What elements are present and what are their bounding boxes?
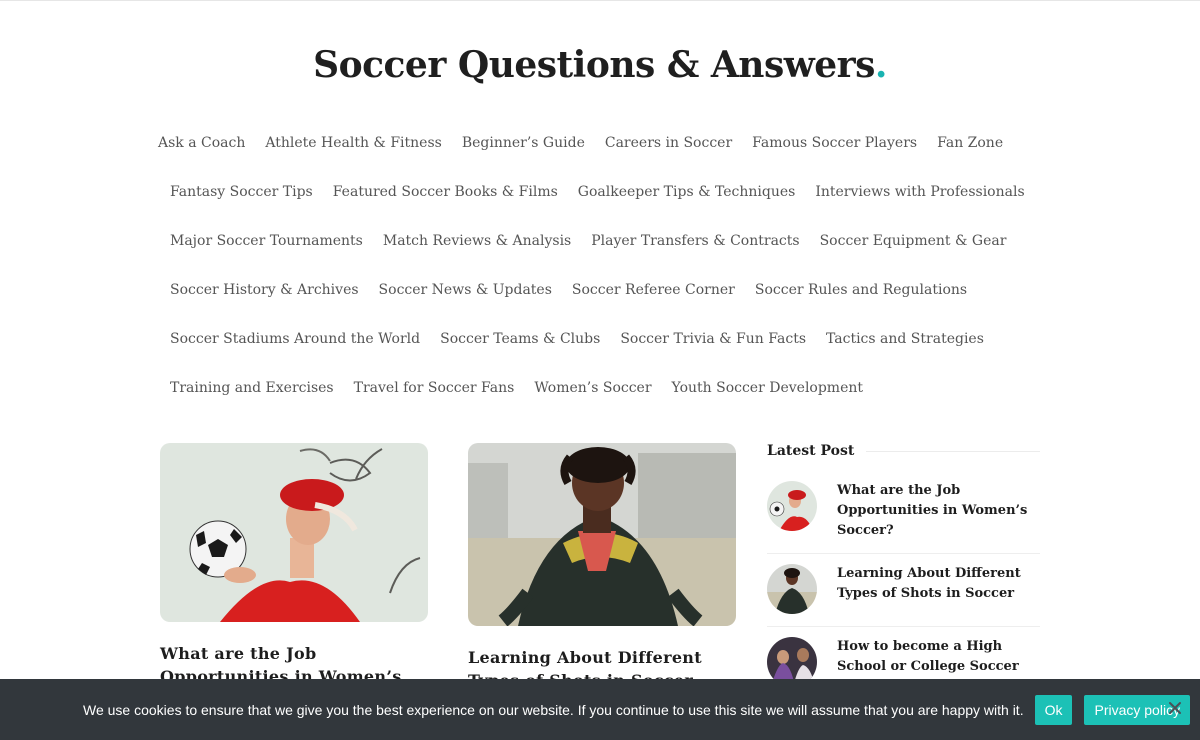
category-nav: Ask a Coach Athlete Health & Fitness Beg… bbox=[158, 118, 1058, 412]
latest-post-item[interactable]: What are the Job Opportunities in Women’… bbox=[767, 462, 1040, 554]
nav-item[interactable]: Soccer Stadiums Around the World bbox=[170, 331, 420, 347]
nav-row: Soccer Stadiums Around the World Soccer … bbox=[158, 314, 1058, 363]
nav-item[interactable]: Famous Soccer Players bbox=[752, 135, 917, 151]
nav-item[interactable]: Soccer Rules and Regulations bbox=[755, 282, 967, 298]
nav-item[interactable]: Match Reviews & Analysis bbox=[383, 233, 571, 249]
latest-posts-heading: Latest Post bbox=[767, 440, 1040, 462]
heading-divider bbox=[866, 450, 1040, 452]
cookie-message: We use cookies to ensure that we give yo… bbox=[83, 701, 1024, 718]
nav-item[interactable]: Interviews with Professionals bbox=[815, 184, 1024, 200]
post-title[interactable]: What are the Job Opportunities in Women’… bbox=[837, 481, 1040, 541]
post-avatar[interactable] bbox=[767, 481, 817, 531]
nav-item[interactable]: Player Transfers & Contracts bbox=[591, 233, 799, 249]
article-card: What are the Job Opportunities in Women’… bbox=[160, 443, 428, 711]
nav-item[interactable]: Women’s Soccer bbox=[534, 380, 651, 396]
nav-item[interactable]: Goalkeeper Tips & Techniques bbox=[578, 184, 796, 200]
nav-row: Ask a Coach Athlete Health & Fitness Beg… bbox=[158, 118, 1058, 167]
nav-item[interactable]: Youth Soccer Development bbox=[672, 380, 863, 396]
nav-item[interactable]: Soccer Equipment & Gear bbox=[820, 233, 1007, 249]
cookie-ok-button[interactable]: Ok bbox=[1034, 694, 1073, 725]
nav-item[interactable]: Careers in Soccer bbox=[605, 135, 732, 151]
nav-item[interactable]: Fantasy Soccer Tips bbox=[170, 184, 313, 200]
article-card: Learning About Different Types of Shots … bbox=[468, 443, 736, 692]
post-avatar[interactable] bbox=[767, 564, 817, 614]
man-on-field-image bbox=[468, 443, 736, 626]
article-thumbnail[interactable] bbox=[160, 443, 428, 622]
nav-item[interactable]: Fan Zone bbox=[937, 135, 1003, 151]
nav-item[interactable]: Tactics and Strategies bbox=[826, 331, 984, 347]
woman-with-soccer-ball-thumb bbox=[767, 481, 817, 531]
man-on-field-thumb bbox=[767, 564, 817, 614]
nav-item[interactable]: Major Soccer Tournaments bbox=[170, 233, 363, 249]
top-border bbox=[0, 0, 1200, 1]
nav-row: Soccer History & Archives Soccer News & … bbox=[158, 265, 1058, 314]
nav-item[interactable]: Soccer History & Archives bbox=[170, 282, 359, 298]
nav-item[interactable]: Athlete Health & Fitness bbox=[265, 135, 441, 151]
nav-item[interactable]: Ask a Coach bbox=[158, 135, 245, 151]
cookie-banner: We use cookies to ensure that we give yo… bbox=[0, 679, 1200, 740]
site-title[interactable]: Soccer Questions & Answers. bbox=[0, 44, 1200, 86]
woman-with-soccer-ball-image bbox=[160, 443, 428, 622]
article-thumbnail[interactable] bbox=[468, 443, 736, 626]
nav-item[interactable]: Soccer Referee Corner bbox=[572, 282, 735, 298]
latest-posts-sidebar: Latest Post What are the Job Opportuniti… bbox=[767, 440, 1040, 710]
nav-item[interactable]: Soccer Teams & Clubs bbox=[440, 331, 600, 347]
nav-item[interactable]: Soccer Trivia & Fun Facts bbox=[620, 331, 806, 347]
nav-item[interactable]: Beginner’s Guide bbox=[462, 135, 585, 151]
latest-posts-heading-text: Latest Post bbox=[767, 443, 855, 459]
nav-row: Fantasy Soccer Tips Featured Soccer Book… bbox=[158, 167, 1058, 216]
post-title[interactable]: Learning About Different Types of Shots … bbox=[837, 564, 1040, 614]
nav-item[interactable]: Travel for Soccer Fans bbox=[354, 380, 515, 396]
close-icon[interactable] bbox=[1168, 701, 1182, 715]
site-title-text: Soccer Questions & Answers bbox=[313, 44, 875, 86]
nav-item[interactable]: Training and Exercises bbox=[170, 380, 334, 396]
nav-item[interactable]: Soccer News & Updates bbox=[379, 282, 552, 298]
latest-post-item[interactable]: Learning About Different Types of Shots … bbox=[767, 554, 1040, 627]
nav-row: Major Soccer Tournaments Match Reviews &… bbox=[158, 216, 1058, 265]
site-title-dot: . bbox=[874, 44, 888, 86]
nav-item[interactable]: Featured Soccer Books & Films bbox=[333, 184, 558, 200]
nav-row: Training and Exercises Travel for Soccer… bbox=[158, 363, 1058, 412]
